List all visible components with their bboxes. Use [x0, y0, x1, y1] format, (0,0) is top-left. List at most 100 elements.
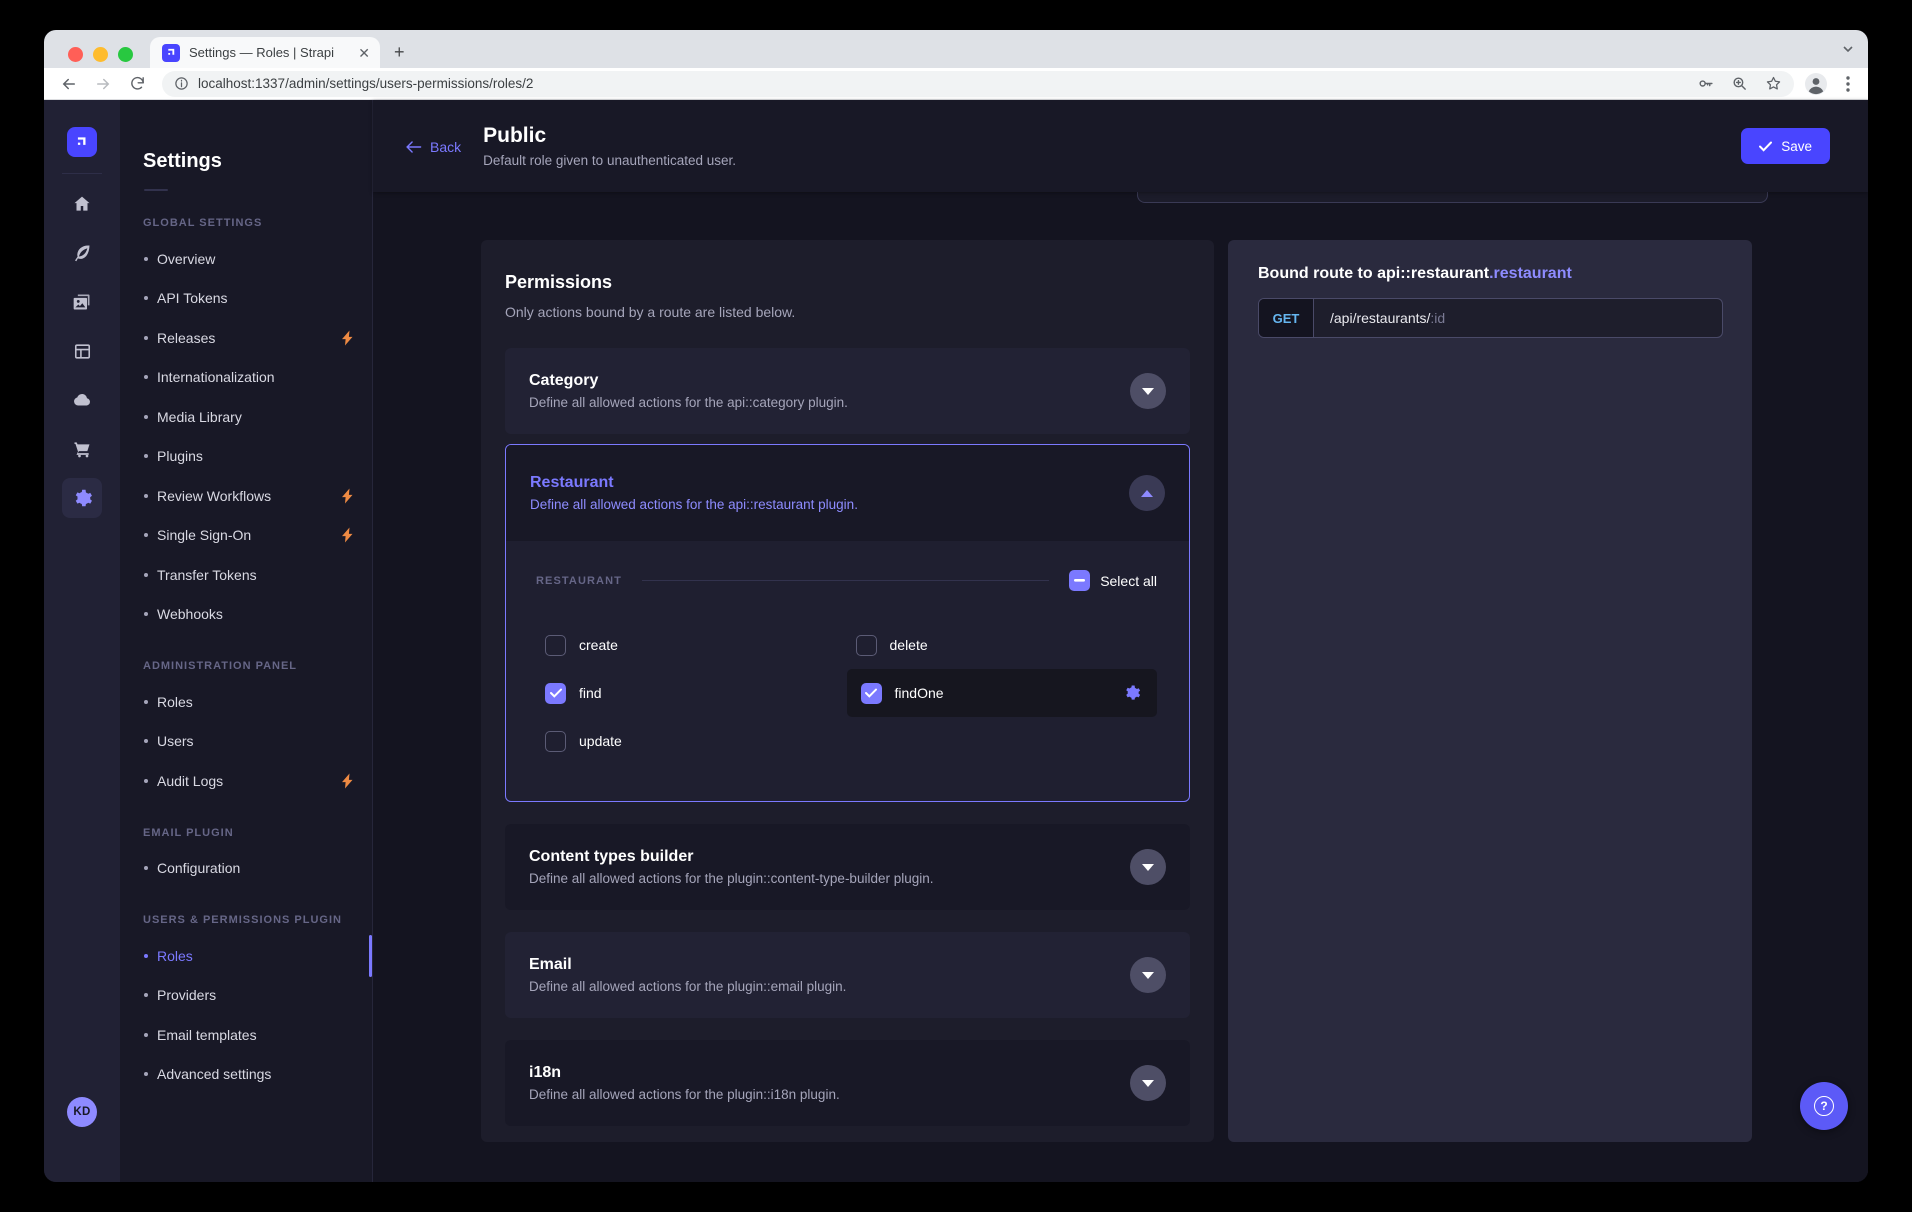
new-tab-button[interactable]: +: [394, 42, 405, 62]
sidebar-item-webhooks[interactable]: Webhooks: [120, 595, 372, 635]
chevron-down-icon[interactable]: [1130, 957, 1166, 993]
lightning-icon: [341, 330, 354, 345]
accordion-email[interactable]: Email Define all allowed actions for the…: [505, 932, 1190, 1018]
chevron-down-icon[interactable]: [1130, 849, 1166, 885]
permissions-panel: Permissions Only actions bound by a rout…: [481, 240, 1214, 1142]
url-text[interactable]: localhost:1337/admin/settings/users-perm…: [198, 76, 1697, 91]
group-divider: [642, 580, 1049, 581]
nav-section-title: EMAIL PLUGIN: [143, 827, 372, 839]
bookmark-star-icon[interactable]: [1765, 75, 1782, 92]
lightning-icon: [341, 528, 354, 543]
reload-icon[interactable]: [126, 73, 148, 95]
strapi-logo-icon[interactable]: [67, 127, 97, 157]
lightning-icon: [341, 773, 354, 788]
rail-divider: [62, 173, 102, 174]
home-icon[interactable]: [62, 184, 102, 224]
site-info-icon[interactable]: [174, 76, 189, 91]
sidebar-item-admin-roles[interactable]: Roles: [120, 682, 372, 722]
sidebar-item-up-roles[interactable]: Roles: [120, 936, 372, 976]
content-manager-icon[interactable]: [62, 233, 102, 273]
save-button[interactable]: Save: [1741, 128, 1830, 164]
browser-toolbar: localhost:1337/admin/settings/users-perm…: [44, 68, 1868, 100]
password-key-icon[interactable]: [1697, 75, 1714, 92]
sidebar-item-admin-users[interactable]: Users: [120, 722, 372, 762]
settings-icon[interactable]: [62, 478, 102, 518]
check-icon: [1759, 141, 1772, 152]
accordion-i18n[interactable]: i18n Define all allowed actions for the …: [505, 1040, 1190, 1126]
tab-strip: Settings — Roles | Strapi ✕ +: [44, 30, 1868, 68]
delete-checkbox[interactable]: [856, 635, 877, 656]
find-checkbox[interactable]: [545, 683, 566, 704]
chevron-up-icon[interactable]: [1129, 475, 1165, 511]
sidebar-item-media-library[interactable]: Media Library: [120, 397, 372, 437]
accordion-content-types-builder[interactable]: Content types builder Define all allowed…: [505, 824, 1190, 910]
sidebar-item-plugins[interactable]: Plugins: [120, 437, 372, 477]
tab-search-chevron-icon[interactable]: [1842, 43, 1854, 55]
back-arrow-icon: [405, 140, 422, 154]
page-title: Public: [483, 124, 736, 148]
permission-delete[interactable]: delete: [847, 621, 1158, 669]
permission-find[interactable]: find: [536, 669, 847, 717]
back-link[interactable]: Back: [405, 139, 461, 155]
settings-subnav: Settings GLOBAL SETTINGS Overview API To…: [120, 100, 373, 1182]
profile-icon[interactable]: [1804, 72, 1828, 96]
sidebar-item-transfer-tokens[interactable]: Transfer Tokens: [120, 555, 372, 595]
tab-close-icon[interactable]: ✕: [358, 46, 370, 60]
bound-route-title: Bound route to api::restaurant.restauran…: [1258, 265, 1722, 283]
browser-tab[interactable]: Settings — Roles | Strapi ✕: [150, 37, 380, 68]
menu-dots-icon[interactable]: [1846, 76, 1850, 92]
chevron-down-icon[interactable]: [1130, 373, 1166, 409]
sidebar-item-advanced-settings[interactable]: Advanced settings: [120, 1055, 372, 1095]
minimize-window-button[interactable]: [93, 47, 108, 62]
gear-icon[interactable]: [1123, 684, 1141, 702]
forward-icon[interactable]: [92, 73, 114, 95]
route-method-badge: GET: [1259, 299, 1314, 337]
sidebar-item-overview[interactable]: Overview: [120, 239, 372, 279]
sidebar-item-providers[interactable]: Providers: [120, 976, 372, 1016]
permission-update[interactable]: update: [536, 717, 847, 765]
user-avatar[interactable]: KD: [67, 1097, 97, 1127]
select-all-control[interactable]: Select all: [1069, 570, 1157, 591]
sidebar-item-review-workflows[interactable]: Review Workflows: [120, 476, 372, 516]
traffic-lights: [68, 47, 133, 62]
sidebar-item-api-tokens[interactable]: API Tokens: [120, 279, 372, 319]
media-library-icon[interactable]: [62, 282, 102, 322]
minus-icon: [1074, 579, 1085, 582]
page-header: Back Public Default role given to unauth…: [373, 100, 1868, 192]
select-all-checkbox[interactable]: [1069, 570, 1090, 591]
page-subtitle: Default role given to unauthenticated us…: [483, 153, 736, 168]
subnav-title: Settings: [143, 150, 372, 173]
help-button[interactable]: ?: [1800, 1082, 1848, 1130]
close-window-button[interactable]: [68, 47, 83, 62]
content-scroll-area[interactable]: Permissions Only actions bound by a rout…: [373, 192, 1868, 1182]
zoom-icon[interactable]: [1731, 75, 1748, 92]
accordion-restaurant-header[interactable]: Restaurant Define all allowed actions fo…: [506, 445, 1189, 541]
zoom-window-button[interactable]: [118, 47, 133, 62]
findone-checkbox[interactable]: [861, 683, 882, 704]
permission-findone[interactable]: findOne: [847, 669, 1158, 717]
group-label: RESTAURANT: [536, 575, 622, 587]
bound-route-panel: Bound route to api::restaurant.restauran…: [1228, 240, 1752, 1142]
permission-create[interactable]: create: [536, 621, 847, 669]
sidebar-item-email-configuration[interactable]: Configuration: [120, 849, 372, 889]
content-type-builder-icon[interactable]: [62, 331, 102, 371]
sidebar-item-email-templates[interactable]: Email templates: [120, 1015, 372, 1055]
sidebar-item-single-sign-on[interactable]: Single Sign-On: [120, 516, 372, 556]
tab-title: Settings — Roles | Strapi: [189, 45, 352, 60]
nav-section-title: GLOBAL SETTINGS: [143, 217, 372, 229]
lightning-icon: [341, 488, 354, 503]
sidebar-item-releases[interactable]: Releases: [120, 318, 372, 358]
chevron-down-icon[interactable]: [1130, 1065, 1166, 1101]
marketplace-icon[interactable]: [62, 429, 102, 469]
route-box: GET /api/restaurants/:id: [1258, 298, 1723, 338]
cloud-icon[interactable]: [62, 380, 102, 420]
update-checkbox[interactable]: [545, 731, 566, 752]
sidebar-item-audit-logs[interactable]: Audit Logs: [120, 761, 372, 801]
back-icon[interactable]: [58, 73, 80, 95]
help-icon: ?: [1814, 1096, 1834, 1116]
create-checkbox[interactable]: [545, 635, 566, 656]
accordion-category[interactable]: Category Define all allowed actions for …: [505, 348, 1190, 434]
url-bar[interactable]: localhost:1337/admin/settings/users-perm…: [162, 71, 1794, 97]
main-nav-rail: KD: [44, 100, 120, 1182]
sidebar-item-internationalization[interactable]: Internationalization: [120, 358, 372, 398]
